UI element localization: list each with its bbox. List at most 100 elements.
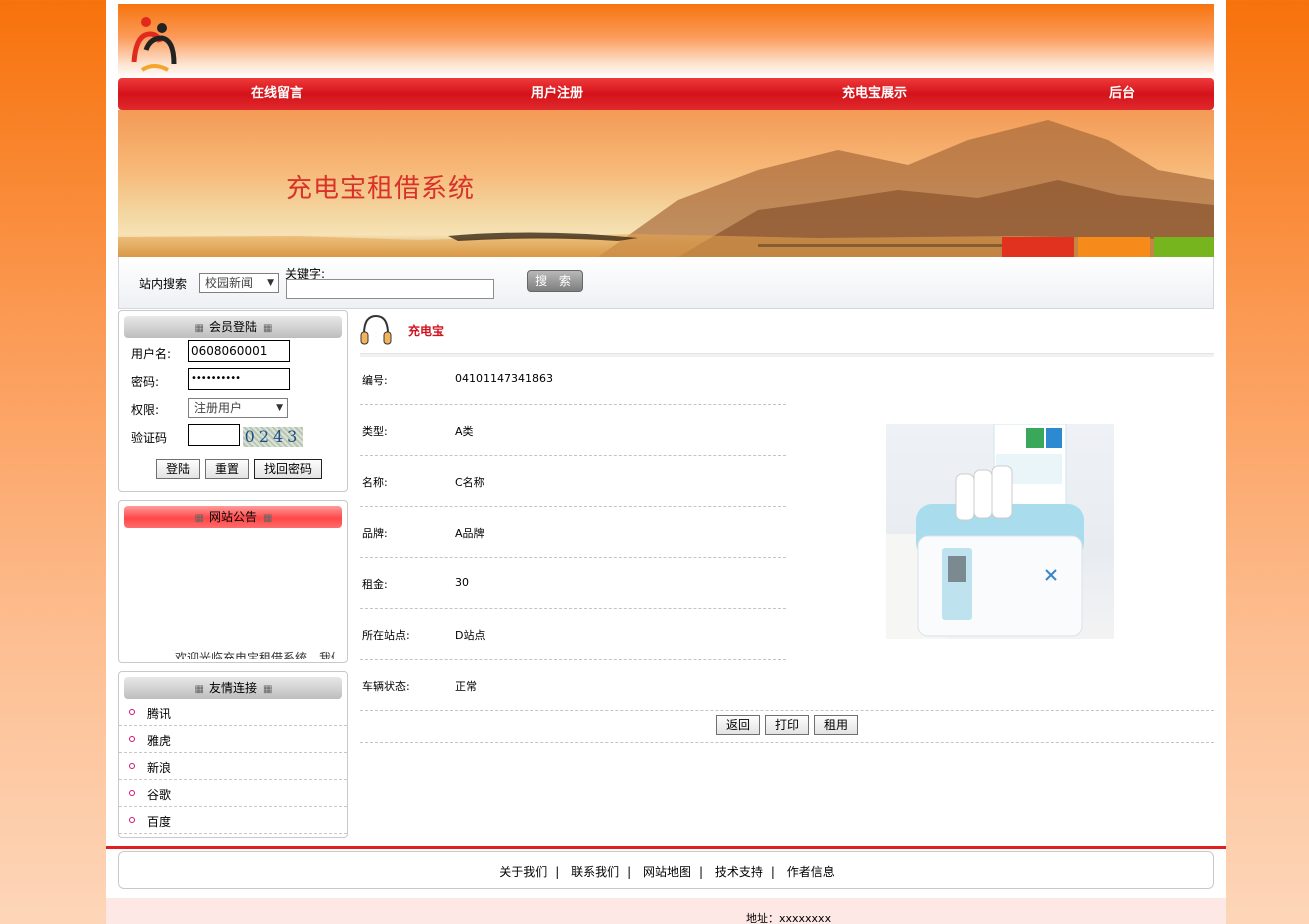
grid-icon: ▦: [194, 323, 205, 334]
footer-link-author[interactable]: 作者信息: [787, 865, 835, 879]
login-button[interactable]: 登陆: [156, 459, 200, 479]
bullet-icon: [129, 736, 135, 742]
detail-row-status: 车辆状态: 正常: [360, 660, 1214, 711]
field-label: 类型:: [362, 425, 388, 438]
field-label: 品牌:: [362, 527, 388, 540]
link-text[interactable]: 谷歌: [147, 786, 171, 803]
dropdown-arrow-icon: ▼: [267, 278, 274, 288]
field-value: 04101147341863: [455, 372, 553, 385]
field-value: 30: [455, 576, 469, 589]
footer-link-contact[interactable]: 联系我们: [571, 865, 619, 879]
detail-row-station: 所在站点: D站点: [360, 609, 786, 660]
hero-banner: 充电宝租借系统: [118, 110, 1214, 257]
link-item[interactable]: 谷歌: [119, 780, 347, 807]
grid-icon: ▦: [263, 323, 273, 334]
footer-separator: |: [555, 865, 560, 879]
field-label: 租金:: [362, 578, 388, 591]
back-button[interactable]: 返回: [716, 715, 760, 735]
footer-links: 关于我们 | 联系我们 | 网站地图 | 技术支持 | 作者信息: [119, 863, 1215, 880]
detail-header: 充电宝: [360, 310, 1214, 357]
search-category-value: 校园新闻: [205, 276, 254, 290]
grid-icon: ▦: [263, 513, 273, 524]
field-value: C名称: [455, 476, 485, 489]
link-text[interactable]: 新浪: [147, 759, 171, 776]
search-category-select[interactable]: 校园新闻 ▼: [199, 273, 279, 293]
login-header-text: 会员登陆: [208, 320, 257, 334]
username-label: 用户名:: [131, 347, 172, 361]
headphones-icon: [360, 314, 392, 345]
footer-separator: |: [770, 865, 775, 879]
field-value: D站点: [455, 629, 486, 642]
field-label: 编号:: [362, 374, 388, 387]
notice-box: ▦网站公告▦ 欢迎光临充电宝租借系统，我们本着: [118, 500, 348, 663]
product-image: [886, 424, 1114, 639]
field-label: 名称:: [362, 476, 388, 489]
footer-nav: 关于我们 | 联系我们 | 网站地图 | 技术支持 | 作者信息: [118, 851, 1214, 889]
notice-scroll-text: 欢迎光临充电宝租借系统，我们本着: [175, 651, 335, 659]
captcha-image[interactable]: 0243: [243, 427, 303, 447]
login-box: ▦ 会员登陆 ▦ 用户名: 0608060001 密码: •••••••••• 权限…: [118, 310, 348, 492]
grid-icon: ▦: [194, 684, 205, 695]
role-select[interactable]: 注册用户 ▼: [188, 398, 288, 418]
bullet-icon: [129, 709, 135, 715]
detail-row-brand: 品牌: A品牌: [360, 507, 786, 558]
page: 在线留言 用户注册 充电宝展示 后台 充电宝租借系统 站内搜索 校园新闻 ▼ 关…: [106, 0, 1226, 924]
role-select-value: 注册用户: [194, 401, 243, 415]
main-nav: 在线留言 用户注册 充电宝展示 后台: [118, 78, 1214, 110]
username-input[interactable]: 0608060001: [188, 340, 290, 362]
logo-icon: [131, 17, 177, 72]
footer-separator: |: [699, 865, 704, 879]
field-label: 车辆状态:: [362, 680, 410, 693]
role-label: 权限:: [131, 403, 160, 417]
footer-bottom: 地址：xxxxxxxx: [106, 898, 1226, 924]
footer-link-sitemap[interactable]: 网站地图: [643, 865, 691, 879]
footer-link-about[interactable]: 关于我们: [499, 865, 547, 879]
link-item[interactable]: 新浪: [119, 753, 347, 780]
recover-password-button[interactable]: 找回密码: [254, 459, 322, 479]
notice-header: ▦ 网站公告 ▦: [124, 506, 342, 528]
captcha-input[interactable]: [188, 424, 240, 446]
search-label: 站内搜索: [139, 277, 188, 291]
nav-item-admin[interactable]: 后台: [1109, 78, 1135, 110]
link-text[interactable]: 雅虎: [147, 732, 171, 749]
footer-separator: |: [627, 865, 632, 879]
link-text[interactable]: 腾讯: [147, 705, 171, 722]
captcha-label: 验证码: [131, 431, 168, 445]
bullet-icon: [129, 763, 135, 769]
action-bar: 返回 打印 租用: [360, 711, 1214, 743]
link-item[interactable]: 腾讯: [119, 699, 347, 726]
site-search-bar: 站内搜索 校园新闻 ▼ 关键字: 搜 索: [118, 257, 1214, 309]
nav-item-message[interactable]: 在线留言: [251, 78, 303, 110]
rent-button[interactable]: 租用: [814, 715, 858, 735]
notice-header-text: 网站公告: [208, 510, 257, 524]
footer-address: 地址：xxxxxxxx: [746, 912, 832, 924]
password-input[interactable]: ••••••••••: [188, 368, 290, 390]
nav-item-powerbank-display[interactable]: 充电宝展示: [842, 78, 907, 110]
print-button[interactable]: 打印: [765, 715, 809, 735]
system-title: 充电宝租借系统: [286, 174, 476, 204]
powerbank-station-icon: [886, 424, 1084, 639]
detail-row-rent: 租金: 30: [360, 558, 786, 609]
links-header: ▦ 友情连接 ▦: [124, 677, 342, 699]
footer-link-support[interactable]: 技术支持: [715, 865, 763, 879]
links-header-text: 友情连接: [208, 681, 257, 695]
dropdown-arrow-icon: ▼: [276, 403, 283, 413]
detail-row-id: 编号: 04101147341863: [360, 354, 786, 405]
top-header: [118, 4, 1214, 78]
nav-item-register[interactable]: 用户注册: [531, 78, 583, 110]
field-value: A品牌: [455, 527, 485, 540]
footer-divider: [106, 846, 1226, 849]
keyword-input[interactable]: [286, 279, 494, 299]
search-button[interactable]: 搜 索: [527, 270, 583, 292]
link-item[interactable]: 百度: [119, 807, 347, 834]
detail-title: 充电宝: [408, 324, 445, 338]
link-item[interactable]: 雅虎: [119, 726, 347, 753]
field-value: 正常: [455, 680, 477, 693]
mountain-landscape: [118, 120, 1214, 257]
field-value: A类: [455, 425, 474, 438]
grid-icon: ▦: [194, 513, 205, 524]
login-header: ▦ 会员登陆 ▦: [124, 316, 342, 338]
reset-button[interactable]: 重置: [205, 459, 249, 479]
bullet-icon: [129, 817, 135, 823]
link-text[interactable]: 百度: [147, 813, 171, 830]
